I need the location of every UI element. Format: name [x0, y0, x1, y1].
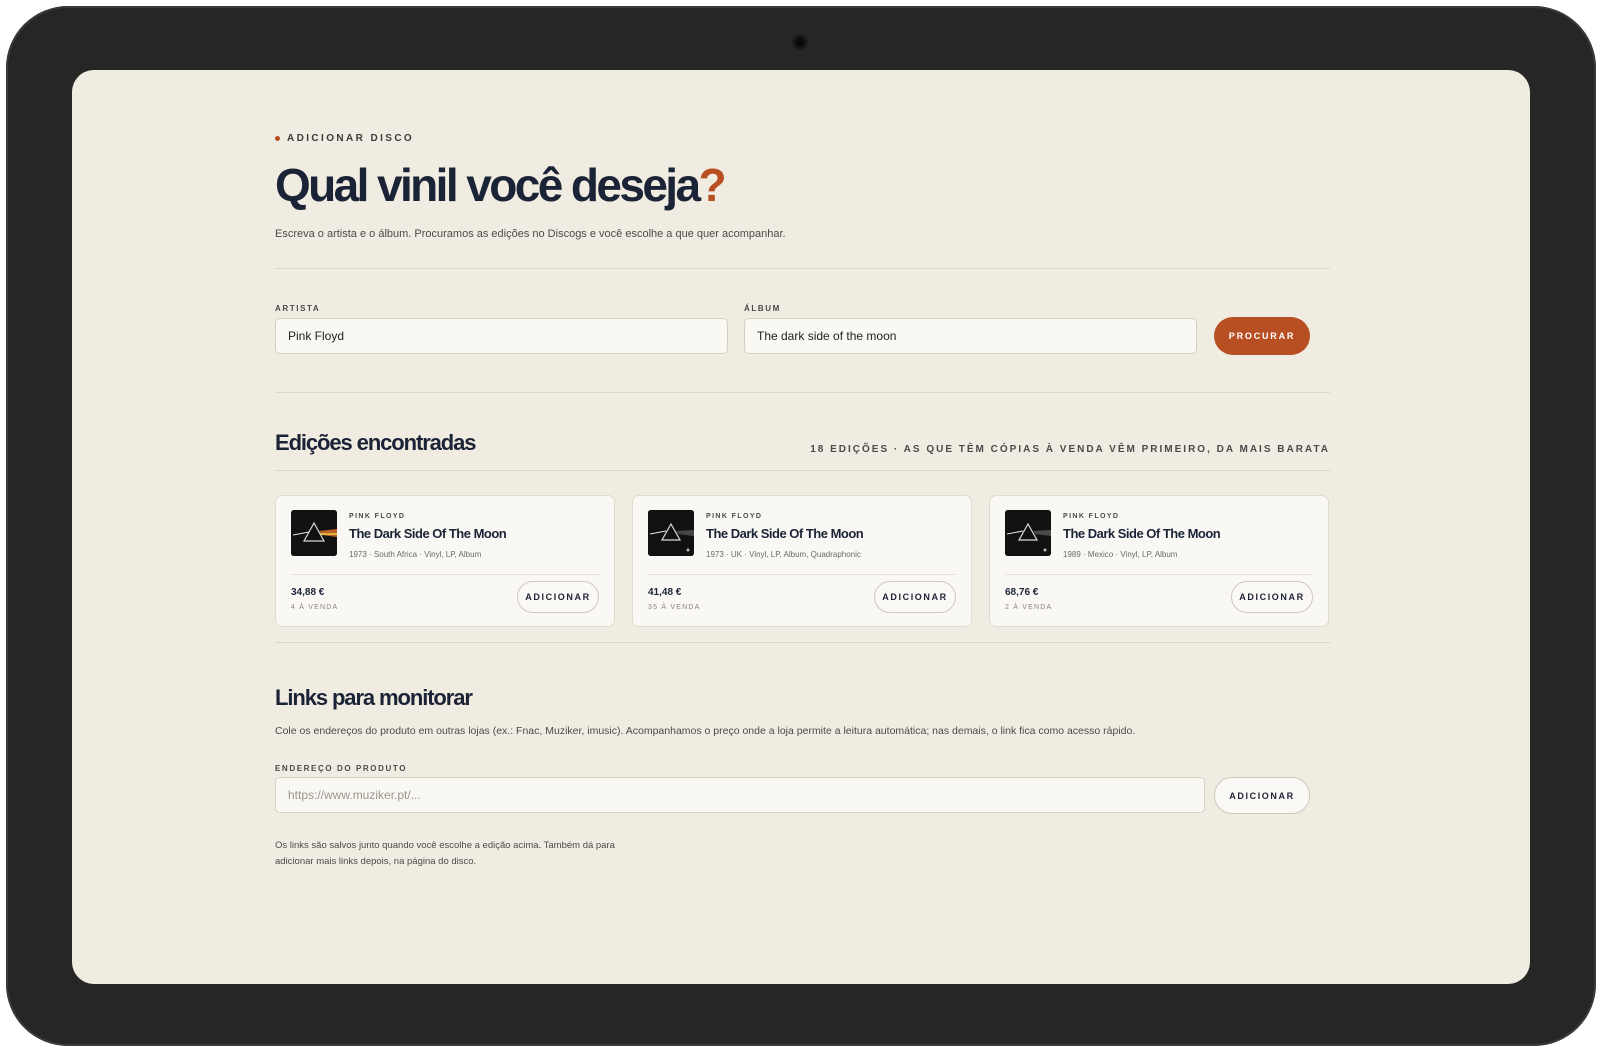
edition-card: PINK FLOYD The Dark Side Of The Moon 197…	[632, 495, 972, 627]
divider	[275, 470, 1330, 471]
edition-title: The Dark Side Of The Moon	[349, 526, 507, 541]
add-edition-button[interactable]: ADICIONAR	[517, 581, 599, 613]
edition-details: 1973 · South Africa · Vinyl, LP, Album	[349, 550, 482, 559]
edition-details: 1973 · UK · Vinyl, LP, Album, Quadraphon…	[706, 550, 861, 559]
album-label: ÁLBUM	[744, 304, 781, 313]
page-subtitle: Escreva o artista e o álbum. Procuramos …	[275, 228, 786, 240]
page-title-text: Qual vinil você deseja	[275, 159, 701, 211]
search-button[interactable]: PROCURAR	[1214, 317, 1310, 355]
divider	[275, 642, 1330, 643]
album-input[interactable]	[744, 318, 1197, 354]
results-title: Edições encontradas	[275, 430, 477, 455]
accent-dot-icon	[275, 136, 280, 141]
product-url-input[interactable]	[275, 777, 1205, 813]
links-footnote: Os links são salvos junto quando você es…	[275, 840, 615, 867]
links-title: Links para monitorar	[275, 685, 473, 710]
edition-artist: PINK FLOYD	[349, 513, 406, 520]
edition-card: PINK FLOYD The Dark Side Of The Moon 198…	[989, 495, 1329, 627]
edition-price: 34,88 €	[291, 587, 325, 598]
edition-title: The Dark Side Of The Moon	[1063, 526, 1221, 541]
page-title: Qual vinil você deseja?	[275, 158, 727, 212]
edition-price: 68,76 €	[1005, 587, 1039, 598]
edition-price: 41,48 €	[648, 587, 682, 598]
artist-label: ARTISTA	[275, 304, 321, 313]
add-edition-button[interactable]: ADICIONAR	[1231, 581, 1313, 613]
divider	[275, 268, 1330, 269]
edition-list: PINK FLOYD The Dark Side Of The Moon 197…	[275, 495, 1330, 627]
eyebrow-label: ADICIONAR DISCO	[275, 133, 414, 144]
edition-stock: 2 À VENDA	[1005, 604, 1053, 611]
album-cover-image	[291, 510, 337, 556]
edition-stock: 35 À VENDA	[648, 604, 701, 611]
tablet-frame: ADICIONAR DISCO Qual vinil você deseja? …	[6, 6, 1596, 1046]
eyebrow-text: ADICIONAR DISCO	[287, 133, 415, 144]
divider	[275, 392, 1330, 393]
album-cover-image	[1005, 510, 1051, 556]
results-count: 18 EDIÇÕES · AS QUE TÊM CÓPIAS À VENDA V…	[810, 444, 1330, 455]
links-description: Cole os endereços do produto em outras l…	[275, 725, 1136, 737]
edition-details: 1989 · Mexico · Vinyl, LP, Album	[1063, 550, 1178, 559]
edition-artist: PINK FLOYD	[706, 513, 763, 520]
app-screen: ADICIONAR DISCO Qual vinil você deseja? …	[72, 70, 1530, 984]
page-title-mark: ?	[698, 159, 726, 211]
edition-stock: 4 À VENDA	[291, 604, 339, 611]
edition-card: PINK FLOYD The Dark Side Of The Moon 197…	[275, 495, 615, 627]
add-edition-button[interactable]: ADICIONAR	[874, 581, 956, 613]
card-divider	[1005, 574, 1313, 575]
add-link-button[interactable]: ADICIONAR	[1214, 777, 1310, 814]
card-divider	[291, 574, 599, 575]
album-cover-image	[648, 510, 694, 556]
edition-artist: PINK FLOYD	[1063, 513, 1120, 520]
card-divider	[648, 574, 956, 575]
artist-input[interactable]	[275, 318, 728, 354]
edition-title: The Dark Side Of The Moon	[706, 526, 864, 541]
product-url-label: ENDEREÇO DO PRODUTO	[275, 764, 408, 773]
camera-icon	[792, 34, 808, 50]
